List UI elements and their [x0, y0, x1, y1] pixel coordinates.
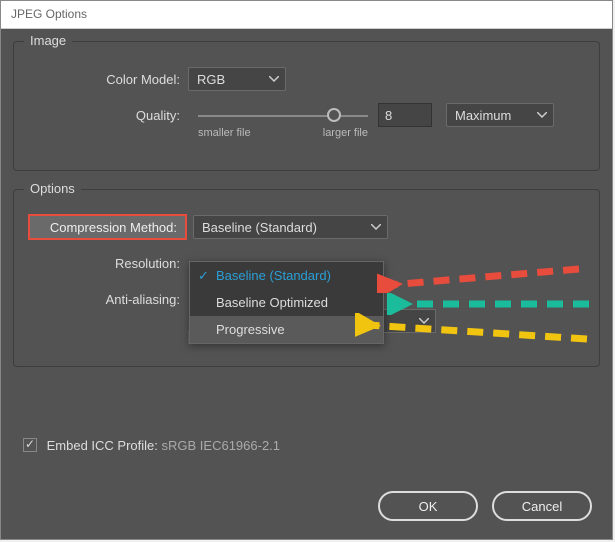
chevron-down-icon: [269, 76, 279, 82]
cancel-label: Cancel: [522, 499, 562, 514]
jpeg-options-dialog: JPEG Options Image Color Model: RGB Qual…: [0, 0, 613, 540]
color-model-row: Color Model: RGB: [28, 66, 585, 92]
compression-value: Baseline (Standard): [202, 220, 317, 235]
smaller-file-label: smaller file: [198, 127, 251, 139]
dropdown-item-progressive[interactable]: Progressive: [190, 316, 383, 343]
dialog-body: Image Color Model: RGB Quality: smaller …: [1, 29, 612, 539]
dialog-footer: OK Cancel: [378, 491, 592, 521]
larger-file-label: larger file: [323, 127, 368, 139]
dd-label-0: Baseline (Standard): [216, 268, 331, 283]
embed-icc-value: sRGB IEC61966-2.1: [162, 438, 281, 453]
compression-select[interactable]: Baseline (Standard): [193, 215, 388, 239]
embed-icc-checkbox[interactable]: [23, 438, 37, 452]
quality-preset-value: Maximum: [455, 108, 511, 123]
quality-row: Quality: smaller file larger file 8 Maxi…: [28, 102, 585, 128]
check-icon: ✓: [198, 268, 209, 284]
resolution-label: Resolution:: [28, 256, 188, 271]
color-model-label: Color Model:: [28, 72, 188, 87]
dd-label-1: Baseline Optimized: [216, 295, 328, 310]
dialog-title: JPEG Options: [11, 7, 87, 21]
color-model-value: RGB: [197, 72, 225, 87]
compression-row: Compression Method: Baseline (Standard): [28, 214, 585, 240]
compression-dropdown-open[interactable]: ✓ Baseline (Standard) Baseline Optimized…: [189, 261, 384, 344]
quality-label: Quality:: [28, 108, 188, 123]
compression-label-highlighted: Compression Method:: [28, 214, 187, 240]
dropdown-item-baseline-optimized[interactable]: Baseline Optimized: [190, 289, 383, 316]
ok-label: OK: [419, 499, 438, 514]
chevron-down-icon: [537, 112, 547, 118]
slider-track: [198, 115, 368, 117]
embed-icc-row: Embed ICC Profile: sRGB IEC61966-2.1: [23, 436, 280, 453]
quality-slider[interactable]: smaller file larger file: [198, 103, 368, 127]
image-group: Image Color Model: RGB Quality: smaller …: [13, 41, 600, 171]
color-model-select[interactable]: RGB: [188, 67, 286, 91]
dialog-titlebar[interactable]: JPEG Options: [1, 1, 612, 29]
dd-label-2: Progressive: [216, 322, 285, 337]
compression-label: Compression Method:: [50, 220, 177, 235]
quality-input[interactable]: 8: [378, 103, 432, 127]
quality-value: 8: [385, 108, 392, 123]
embed-icc-label: Embed ICC Profile:: [47, 438, 158, 453]
slider-thumb[interactable]: [327, 108, 341, 122]
image-group-label: Image: [24, 33, 72, 48]
ok-button[interactable]: OK: [378, 491, 478, 521]
cancel-button[interactable]: Cancel: [492, 491, 592, 521]
anti-aliasing-label: Anti-aliasing:: [28, 292, 188, 307]
options-group-label: Options: [24, 181, 81, 196]
dropdown-item-baseline-standard[interactable]: ✓ Baseline (Standard): [190, 262, 383, 289]
chevron-down-icon: [419, 318, 429, 324]
chevron-down-icon: [371, 224, 381, 230]
quality-preset-select[interactable]: Maximum: [446, 103, 554, 127]
